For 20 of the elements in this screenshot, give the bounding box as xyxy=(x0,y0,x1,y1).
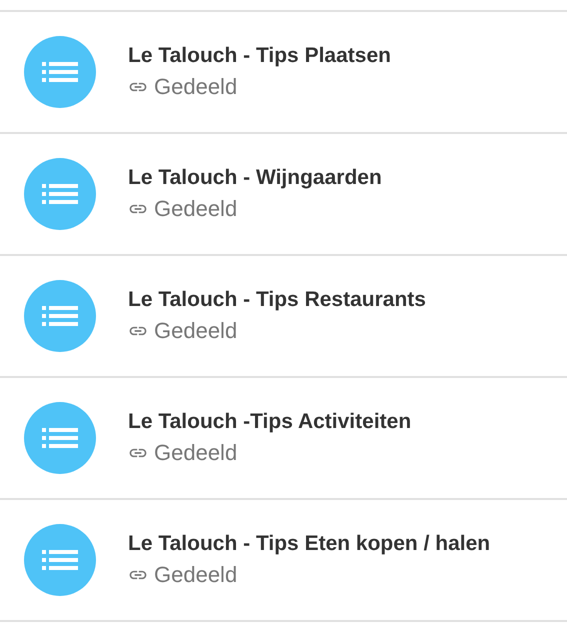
list-title: Le Talouch -Tips Activiteiten xyxy=(128,410,412,434)
list-icon xyxy=(24,36,96,108)
list-icon xyxy=(24,280,96,352)
list-item[interactable]: Le Talouch - Tips Eten kopen / halen Gedeeld xyxy=(0,498,567,622)
shared-label: Gedeeld xyxy=(154,440,238,466)
shared-label: Gedeeld xyxy=(154,74,238,100)
list-title: Le Talouch - Tips Eten kopen / halen xyxy=(128,532,490,556)
list-item[interactable]: Le Talouch - Wijngaarden Gedeeld xyxy=(0,132,567,254)
list-icon xyxy=(24,158,96,230)
shared-label: Gedeeld xyxy=(154,562,238,588)
list-icon xyxy=(24,524,96,596)
list-title: Le Talouch - Wijngaarden xyxy=(128,166,382,190)
shared-label: Gedeeld xyxy=(154,196,238,222)
list-item[interactable]: Le Talouch -Tips Activiteiten Gedeeld xyxy=(0,376,567,498)
list-title: Le Talouch - Tips Restaurants xyxy=(128,288,426,312)
list-item[interactable]: Le Talouch - Tips Restaurants Gedeeld xyxy=(0,254,567,376)
list-item[interactable]: Le Talouch - Tips Plaatsen Gedeeld xyxy=(0,10,567,132)
list-title: Le Talouch - Tips Plaatsen xyxy=(128,44,391,68)
shared-label: Gedeeld xyxy=(154,318,238,344)
list-icon xyxy=(24,402,96,474)
